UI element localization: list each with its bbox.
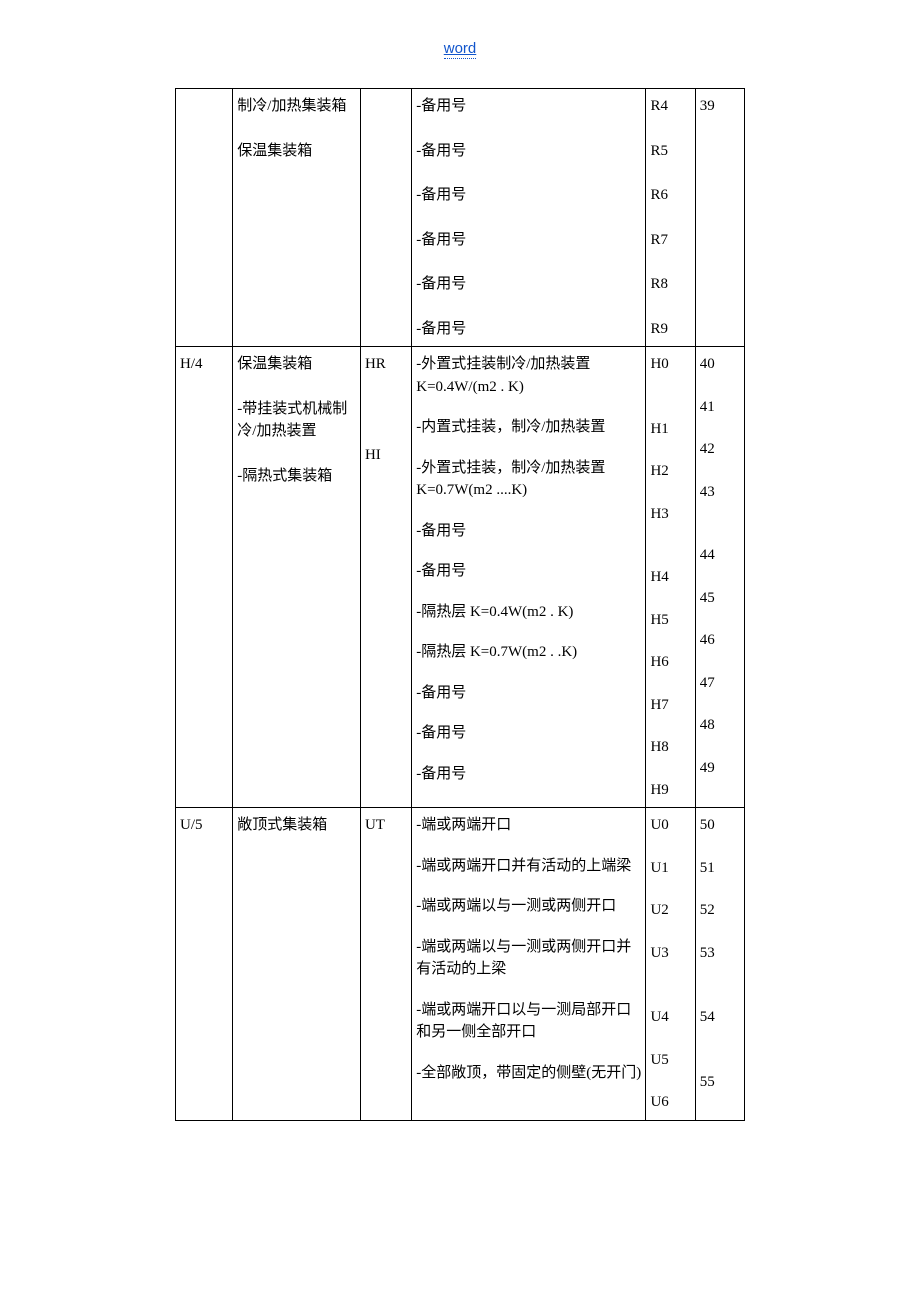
cell-code: U0 U1 U2 U3 U4 U5 U6 (646, 808, 695, 1121)
cell-code: H0 H1 H2 H3 H4 H5 H6 H7 H8 H9 (646, 347, 695, 808)
cell-sub-code: UT (360, 808, 411, 1121)
cell-type-code: H/4 (176, 347, 233, 808)
cell-number: 50 51 52 53 54 55 (695, 808, 744, 1121)
cell-number: 39 (695, 89, 744, 347)
cell-type-name: 保温集装箱 -带挂装式机械制冷/加热装置 -隔热式集装箱 (233, 347, 361, 808)
cell-type-name: 制冷/加热集装箱 保温集装箱 (233, 89, 361, 347)
cell-code: R4 R5 R6 R7 R8 R9 (646, 89, 695, 347)
header-link[interactable]: word (444, 40, 477, 59)
cell-sub-code (360, 89, 411, 347)
cell-number: 40 41 42 43 44 45 46 47 48 49 (695, 347, 744, 808)
cell-description: -外置式挂装制冷/加热装置K=0.4W/(m2 . K) -内置式挂装，制冷/加… (412, 347, 646, 808)
cell-description: -端或两端开口 -端或两端开口并有活动的上端梁 -端或两端以与一测或两侧开口 -… (412, 808, 646, 1121)
table-row: H/4 保温集装箱 -带挂装式机械制冷/加热装置 -隔热式集装箱 HR HI -… (176, 347, 745, 808)
cell-description: -备用号 -备用号 -备用号 -备用号 -备用号 -备用号 (412, 89, 646, 347)
cell-sub-code: HR HI (360, 347, 411, 808)
page-header: word (20, 40, 900, 58)
cell-type-code (176, 89, 233, 347)
table-row: 制冷/加热集装箱 保温集装箱 -备用号 -备用号 -备用号 -备用号 -备用号 … (176, 89, 745, 347)
container-codes-table: 制冷/加热集装箱 保温集装箱 -备用号 -备用号 -备用号 -备用号 -备用号 … (175, 88, 745, 1121)
cell-type-code: U/5 (176, 808, 233, 1121)
table-row: U/5 敞顶式集装箱 UT -端或两端开口 -端或两端开口并有活动的上端梁 -端… (176, 808, 745, 1121)
cell-type-name: 敞顶式集装箱 (233, 808, 361, 1121)
